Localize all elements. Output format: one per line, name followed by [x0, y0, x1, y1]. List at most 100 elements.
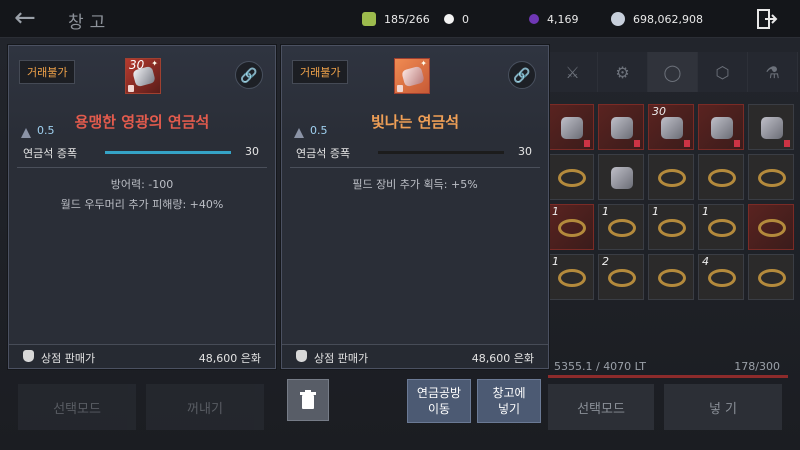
purple-currency-value: 4,169 [547, 12, 579, 26]
inventory-slot[interactable] [548, 104, 594, 150]
tab-weapon[interactable]: ⚔ [548, 52, 598, 92]
lock-icon [584, 140, 590, 147]
ring-item-icon [558, 269, 586, 287]
tab-potion[interactable]: ⚗ [748, 52, 798, 92]
top-bar: ← 창고 185/266 0 4,169 698,062,908 [0, 0, 800, 38]
weight-bar [548, 375, 788, 378]
ring-item-icon [658, 219, 686, 237]
link-icon[interactable]: 🔗 [235, 61, 263, 89]
store-label-1: 창고에 [492, 386, 526, 400]
inventory-slot[interactable] [698, 104, 744, 150]
inventory-slot[interactable]: 1 [548, 204, 594, 250]
slot-count: 1 [702, 205, 709, 218]
upgrade-value: 30 [518, 145, 532, 158]
ring-item-icon [608, 269, 636, 287]
inventory-slot[interactable]: 2 [598, 254, 644, 300]
crystal-item-icon [661, 117, 683, 139]
select-mode-button-left[interactable]: 선택모드 [18, 384, 136, 430]
ring-item-icon [558, 169, 586, 187]
select-mode-button-right[interactable]: 선택모드 [548, 384, 654, 430]
upgrade-row: 연금석 증폭 30 [9, 144, 275, 162]
item-weight: 0.5 [37, 124, 55, 137]
inventory-slot[interactable]: 1 [548, 254, 594, 300]
crystal-item-icon [611, 167, 633, 189]
pearl-icon [444, 14, 454, 24]
crystal-item-icon [711, 117, 733, 139]
take-out-button[interactable]: 꺼내기 [146, 384, 264, 430]
slot-count: 30 [652, 105, 666, 118]
slot-count: 4 [702, 255, 709, 268]
inventory-slot[interactable]: 1 [598, 204, 644, 250]
inventory-slot[interactable]: 4 [698, 254, 744, 300]
inventory-slot[interactable]: 1 [648, 204, 694, 250]
ring-item-icon [758, 269, 786, 287]
slot-count: 1 [552, 205, 559, 218]
upgrade-label: 연금석 증폭 [296, 147, 351, 160]
slot-count: 1 [652, 205, 659, 218]
trash-icon[interactable] [287, 379, 329, 421]
sparkle-icon: ✦ [151, 59, 158, 68]
crystal-icon [132, 65, 156, 88]
money-bag-icon [23, 350, 34, 362]
back-arrow-icon[interactable]: ← [14, 4, 50, 32]
inventory-slot[interactable] [598, 104, 644, 150]
inventory-slot[interactable] [748, 154, 794, 200]
effect-line: 방어력: -100 [110, 178, 174, 191]
inventory-slot[interactable] [648, 254, 694, 300]
inventory-slot[interactable] [598, 154, 644, 200]
ring-item-icon [758, 219, 786, 237]
inventory-slot[interactable] [648, 154, 694, 200]
ring-item-icon [658, 169, 686, 187]
inventory-slot[interactable] [748, 204, 794, 250]
slot-count: 2 [602, 255, 609, 268]
slot-count: 1 [602, 205, 609, 218]
tab-gem[interactable]: ⬡ [698, 52, 748, 92]
lock-icon [734, 140, 740, 147]
inventory-slot[interactable] [748, 254, 794, 300]
shop-price-row: 상점 판매가 48,600 은화 [282, 344, 548, 368]
inventory-slot[interactable] [748, 104, 794, 150]
alchemy-workshop-button[interactable]: 연금공방 이동 [407, 379, 471, 423]
inventory-slot[interactable] [548, 154, 594, 200]
link-icon[interactable]: 🔗 [508, 61, 536, 89]
crystal-item-icon [611, 117, 633, 139]
item-icon: 30 ✦ [125, 58, 161, 94]
tab-armor[interactable]: ⚙ [598, 52, 648, 92]
lock-icon [784, 140, 790, 147]
purple-currency-stat: 4,169 [529, 10, 579, 28]
bag-icon [362, 12, 376, 26]
put-in-button[interactable]: 넣 기 [664, 384, 782, 430]
effect-line: 월드 우두머리 추가 피해량: +40% [60, 198, 224, 211]
silver-value: 698,062,908 [633, 12, 703, 26]
lock-icon [684, 140, 690, 147]
store-label-2: 넣기 [497, 402, 521, 416]
weight-value: 5355.1 / 4070 LT [554, 360, 647, 373]
crystal-item-icon [761, 117, 783, 139]
lock-icon [128, 85, 134, 92]
pearl-stat: 0 [444, 10, 469, 28]
crystal-icon [401, 65, 425, 88]
item-detail-panel-left: 거래불가 30 ✦ 🔗 용맹한 영광의 연금석 0.5 연금석 증폭 30 방어… [8, 45, 276, 369]
effect-line: 필드 장비 추가 획득: +5% [352, 178, 478, 191]
store-in-warehouse-button[interactable]: 창고에넣기 [477, 379, 541, 423]
shop-price-row: 상점 판매가 48,600 은화 [9, 344, 275, 368]
untradeable-badge: 거래불가 [19, 60, 76, 84]
screen-title: 창고 [68, 13, 112, 33]
ring-item-icon [708, 169, 736, 187]
shop-price-value: 48,600 은화 [198, 352, 261, 365]
silver-coin-icon [611, 12, 625, 26]
ring-item-icon [708, 219, 736, 237]
tab-accessory[interactable]: ◯ [648, 52, 698, 92]
item-detail-panel-right: 거래불가 ✦ 🔗 빛나는 연금석 0.5 연금석 증폭 30 필드 장비 추가 … [281, 45, 549, 369]
lock-icon [397, 85, 403, 92]
silver-stat: 698,062,908 [611, 10, 703, 28]
sparkle-icon: ✦ [420, 59, 427, 68]
ring-item-icon [758, 169, 786, 187]
alchemy-workshop-label-1: 연금공방 [416, 386, 462, 400]
inventory-slot[interactable]: 1 [698, 204, 744, 250]
exit-icon[interactable] [756, 8, 778, 30]
capacity-value: 185/266 [384, 12, 430, 26]
inventory-slot[interactable] [698, 154, 744, 200]
inventory-slot[interactable]: 30 [648, 104, 694, 150]
shop-price-label: 상점 판매가 [41, 352, 96, 365]
